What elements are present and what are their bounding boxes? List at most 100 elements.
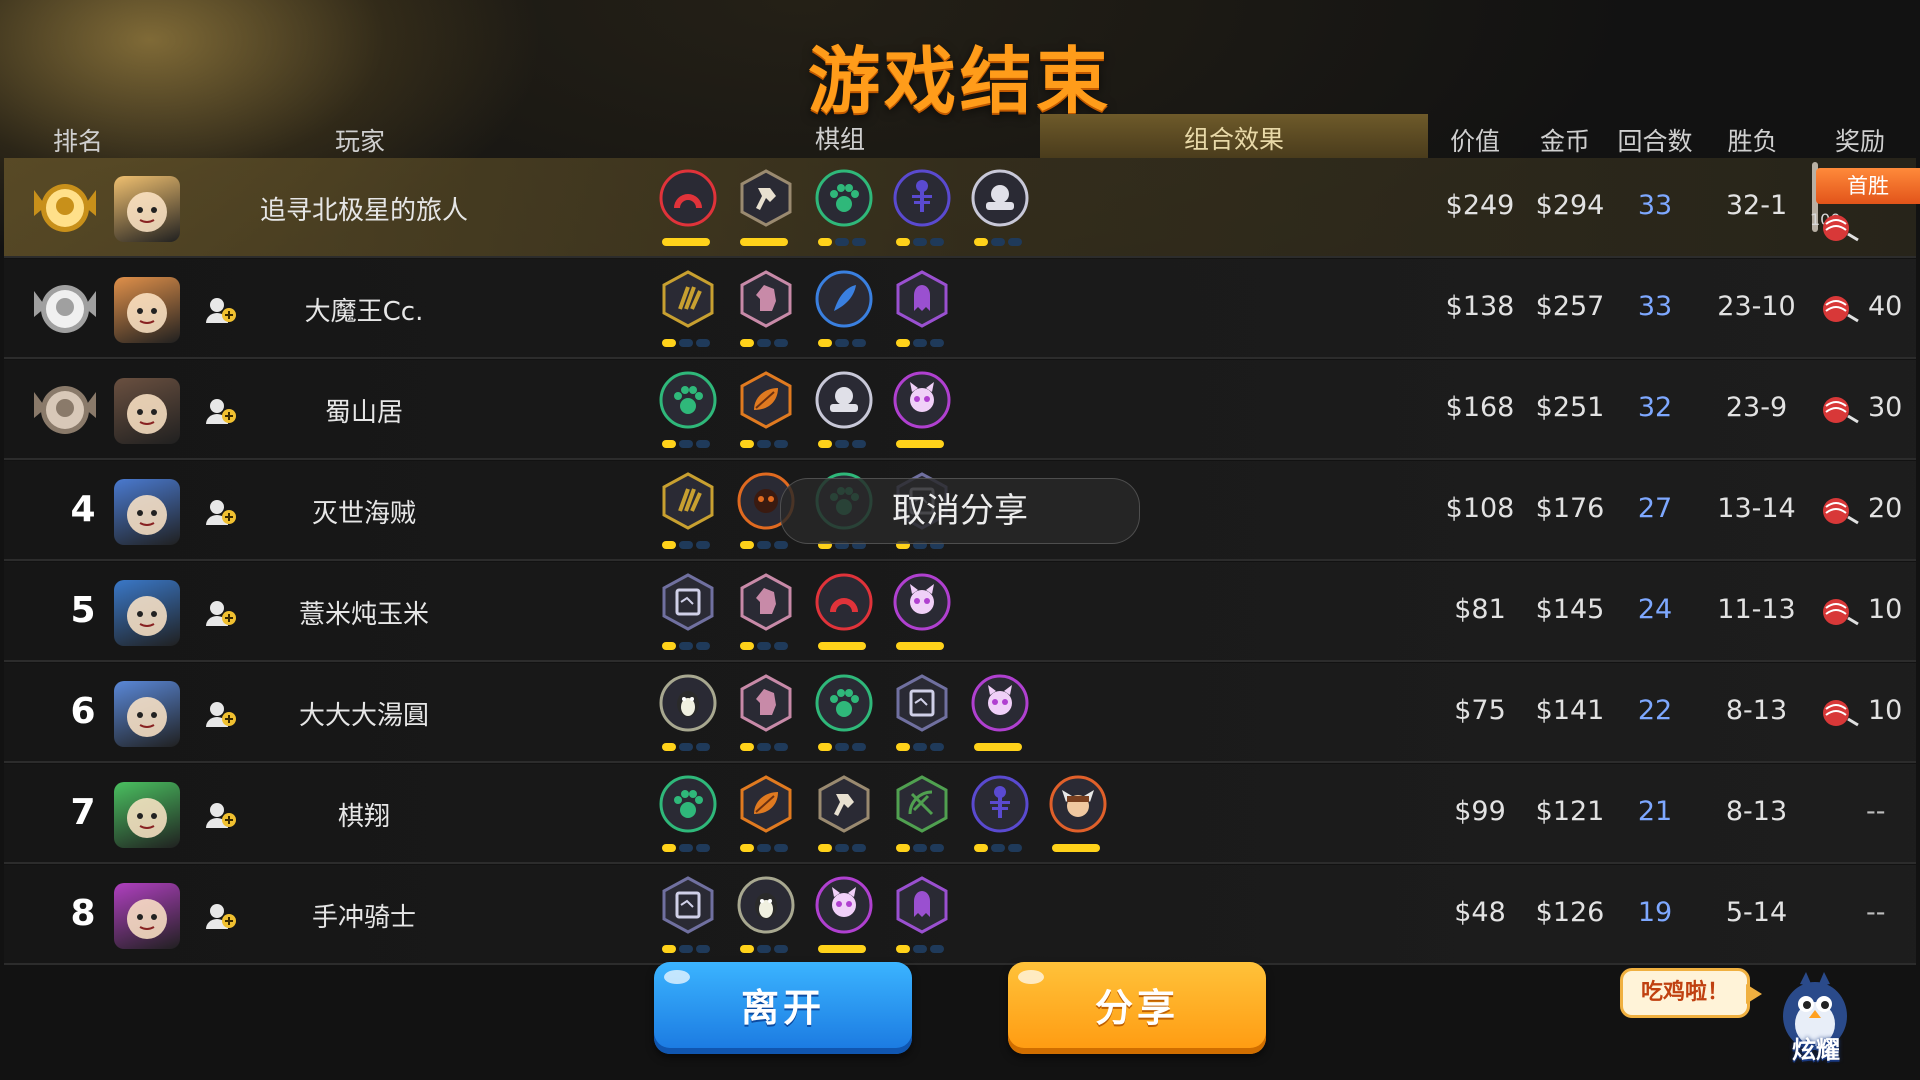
mascot-brag-label: 炫耀 [1792, 1036, 1840, 1064]
synergy-level-pips [818, 743, 876, 751]
demon-synergy-chip[interactable] [890, 572, 954, 652]
helmet-icon [971, 169, 1029, 227]
header-deck-tab[interactable]: 棋组 [740, 120, 940, 156]
synergy-level-pips [662, 440, 720, 448]
ghost-icon [896, 876, 948, 934]
synergy-level-pips [662, 743, 720, 751]
player-avatar[interactable] [114, 479, 180, 545]
candy-currency-icon [1823, 700, 1859, 727]
paw-icon [659, 775, 717, 833]
paw-synergy-chip[interactable] [656, 370, 720, 450]
level-pip [835, 844, 849, 852]
synergy-level-pips [974, 238, 1032, 246]
book-synergy-chip[interactable] [656, 875, 720, 955]
reward-cell: 30 [1810, 390, 1920, 430]
share-button[interactable]: 分享 [1008, 962, 1266, 1054]
demon-synergy-chip[interactable] [812, 875, 876, 955]
horse-synergy-chip[interactable] [734, 572, 798, 652]
player-avatar[interactable] [114, 277, 180, 343]
header-combo-tab[interactable]: 组合效果 [1040, 120, 1428, 156]
feather-synergy-chip[interactable] [812, 269, 876, 349]
player-avatar[interactable] [114, 176, 180, 242]
player-avatar[interactable] [114, 580, 180, 646]
level-pip [774, 339, 788, 347]
book-synergy-chip[interactable] [656, 572, 720, 652]
ghost-synergy-chip[interactable] [890, 269, 954, 349]
viking-icon [1049, 775, 1107, 833]
claw-icon [662, 270, 714, 328]
hero-portrait-icon [127, 293, 167, 333]
gold-amount: $257 [1535, 291, 1605, 322]
cancel-share-toast[interactable]: 取消分享 [780, 478, 1140, 544]
feather-icon [815, 270, 873, 328]
candy-currency-icon [1823, 296, 1859, 323]
player-row[interactable]: 5 薏米炖玉米 $81 $145 24 11-13 10 [4, 562, 1916, 662]
paw-synergy-chip[interactable] [812, 673, 876, 753]
level-pip [679, 642, 693, 650]
viking-synergy-chip[interactable] [1046, 774, 1110, 854]
player-row[interactable]: 蜀山居 $168 $251 32 23-9 30 [4, 360, 1916, 460]
hero-portrait-icon [127, 798, 167, 838]
arch-synergy-chip[interactable] [812, 572, 876, 652]
level-pip [1008, 844, 1022, 852]
level-pip [757, 945, 771, 953]
fish-bone-synergy-chip[interactable] [890, 168, 954, 248]
player-row[interactable]: 6 大大大湯圓 $75 $141 22 8-13 10 [4, 663, 1916, 763]
level-pip [818, 844, 832, 852]
claw-synergy-chip[interactable] [656, 269, 720, 349]
level-pip [757, 642, 771, 650]
level-pip [991, 844, 1005, 852]
leave-button[interactable]: 离开 [654, 962, 912, 1054]
fish-bone-synergy-chip[interactable] [968, 774, 1032, 854]
player-row[interactable]: 7 棋翔 $99 $121 21 8-13 -- [4, 764, 1916, 864]
demon-synergy-chip[interactable] [890, 370, 954, 450]
level-pip [1008, 238, 1022, 246]
paw-synergy-chip[interactable] [812, 168, 876, 248]
ghost-icon [896, 270, 948, 328]
player-avatar[interactable] [114, 782, 180, 848]
helmet-synergy-chip[interactable] [968, 168, 1032, 248]
synergy-level-pips [896, 743, 954, 751]
paw-icon [815, 674, 873, 732]
speech-bubble-tail [1746, 984, 1762, 1004]
penguin-synergy-chip[interactable] [734, 875, 798, 955]
reward-amount: 40 [1868, 291, 1903, 322]
player-avatar[interactable] [114, 681, 180, 747]
net-value: $75 [1454, 695, 1506, 726]
ghost-synergy-chip[interactable] [890, 875, 954, 955]
level-pip [852, 440, 866, 448]
rounds-count: 24 [1637, 594, 1673, 625]
leaf-synergy-chip[interactable] [734, 774, 798, 854]
player-row[interactable]: 追寻北极星的旅人 $249 $294 33 32-1 首胜 100 [4, 158, 1920, 258]
synergy-level-pips [740, 339, 798, 347]
horse-synergy-chip[interactable] [734, 673, 798, 753]
arch-synergy-chip[interactable] [656, 168, 720, 248]
helmet-synergy-chip[interactable] [812, 370, 876, 450]
axe-synergy-chip[interactable] [812, 774, 876, 854]
book-synergy-chip[interactable] [890, 673, 954, 753]
synergy-level-pips [818, 339, 876, 347]
synergy-level-pips [740, 743, 798, 751]
player-avatar[interactable] [114, 883, 180, 949]
paw-synergy-chip[interactable] [656, 774, 720, 854]
bronze-medal-icon [34, 386, 96, 434]
player-row[interactable]: 8 手冲骑士 $48 $126 19 5-14 -- [4, 865, 1916, 965]
demon-synergy-chip[interactable] [968, 673, 1032, 753]
win-loss-record: 13-14 [1717, 493, 1796, 524]
synergy-level-pips [662, 238, 720, 246]
axe-synergy-chip[interactable] [734, 168, 798, 248]
claw-synergy-chip[interactable] [656, 471, 720, 551]
level-pip [835, 339, 849, 347]
demon-icon [815, 876, 873, 934]
level-pip-full [818, 642, 866, 650]
player-row[interactable]: 大魔王Cc. $138 $257 33 23-10 40 [4, 259, 1916, 359]
bow-synergy-chip[interactable] [890, 774, 954, 854]
leaf-synergy-chip[interactable] [734, 370, 798, 450]
penguin-synergy-chip[interactable] [656, 673, 720, 753]
player-avatar[interactable] [114, 378, 180, 444]
gold-amount: $141 [1535, 695, 1605, 726]
horse-synergy-chip[interactable] [734, 269, 798, 349]
gold-amount: $176 [1535, 493, 1605, 524]
reward-amount: 30 [1868, 392, 1903, 423]
level-pip [896, 743, 910, 751]
